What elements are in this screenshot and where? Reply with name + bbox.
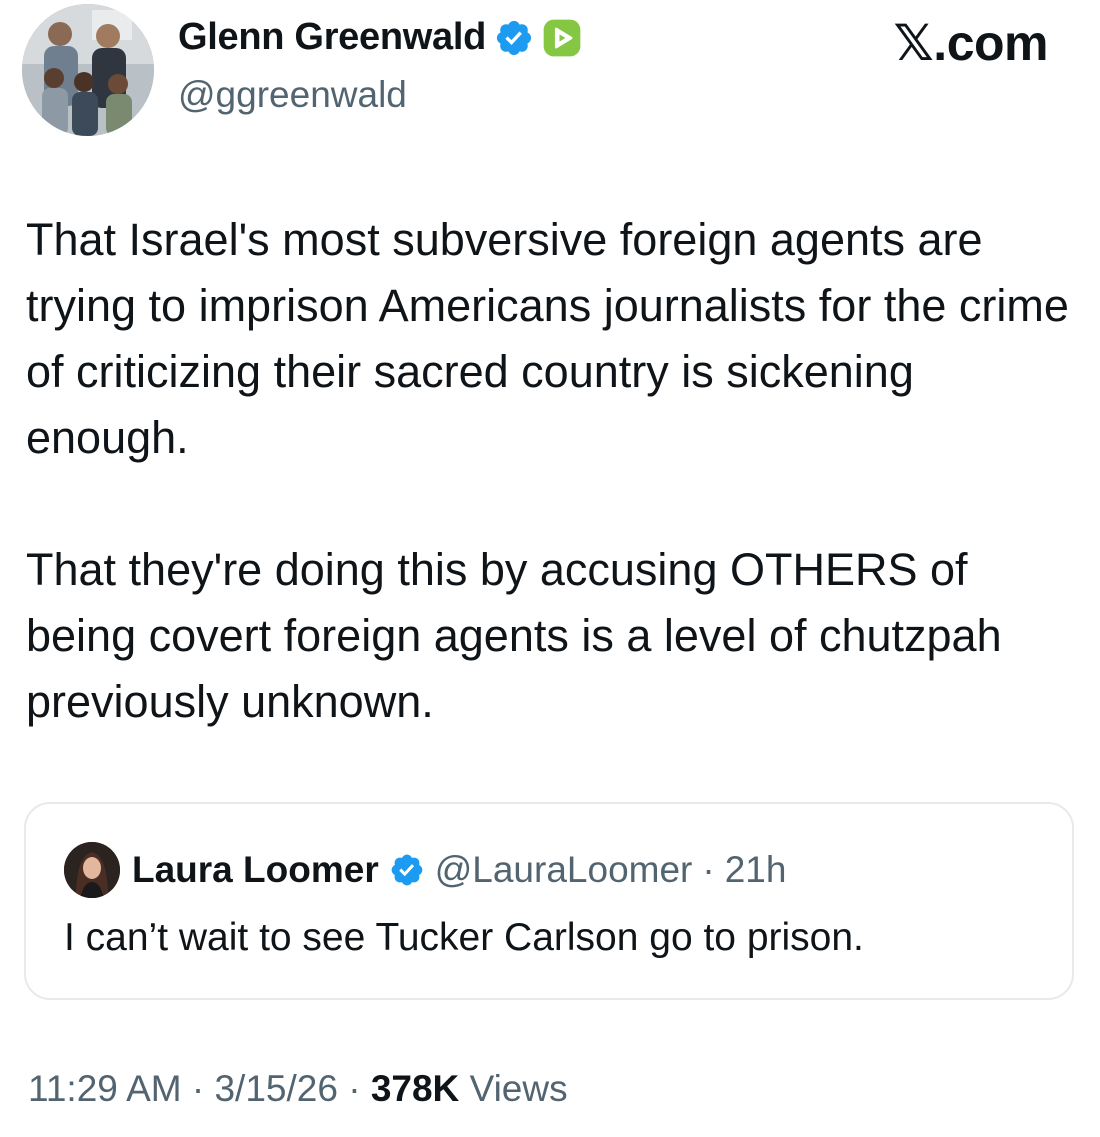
tweet-meta: 11:29 AM · 3/15/26 · 378K Views xyxy=(28,1068,568,1110)
meta-separator: · xyxy=(191,1068,205,1109)
quoted-author-avatar-image xyxy=(64,842,120,898)
author-name-row: Glenn Greenwald xyxy=(178,16,582,59)
quoted-separator: · xyxy=(702,849,715,890)
quoted-tweet-card[interactable]: Laura Loomer @LauraLoomer · 21h I can’t … xyxy=(24,802,1074,1000)
quoted-tweet-text: I can’t wait to see Tucker Carlson go to… xyxy=(64,916,864,959)
author-handle[interactable]: @ggreenwald xyxy=(178,74,407,116)
views-count[interactable]: 378K xyxy=(371,1068,459,1109)
quoted-author-handle[interactable]: @LauraLoomer xyxy=(435,849,693,891)
quoted-author-name[interactable]: Laura Loomer xyxy=(132,849,379,891)
rumble-play-icon[interactable] xyxy=(542,18,582,58)
quoted-author-avatar[interactable] xyxy=(64,842,120,898)
verified-badge-icon[interactable] xyxy=(494,18,534,58)
verified-badge-icon[interactable] xyxy=(389,852,425,888)
tweet-card: Glenn Greenwald @ggreenwald 𝕏.com That I… xyxy=(0,0,1100,1137)
author-avatar[interactable] xyxy=(22,4,154,136)
quoted-timestamp[interactable]: 21h xyxy=(725,849,787,891)
quoted-tweet-header: Laura Loomer @LauraLoomer · 21h xyxy=(64,842,786,898)
views-label: Views xyxy=(469,1068,568,1109)
tweet-date[interactable]: 3/15/26 xyxy=(214,1068,337,1109)
author-avatar-image xyxy=(22,4,154,136)
tweet-paragraph: That Israel's most subversive foreign ag… xyxy=(26,214,1069,463)
meta-separator: · xyxy=(348,1068,361,1109)
author-name[interactable]: Glenn Greenwald xyxy=(178,16,486,59)
tweet-time[interactable]: 11:29 AM xyxy=(28,1068,182,1109)
tweet-text: That Israel's most subversive foreign ag… xyxy=(26,207,1086,735)
tweet-paragraph: That they're doing this by accusing OTHE… xyxy=(26,544,1002,727)
site-watermark: 𝕏.com xyxy=(893,15,1049,71)
